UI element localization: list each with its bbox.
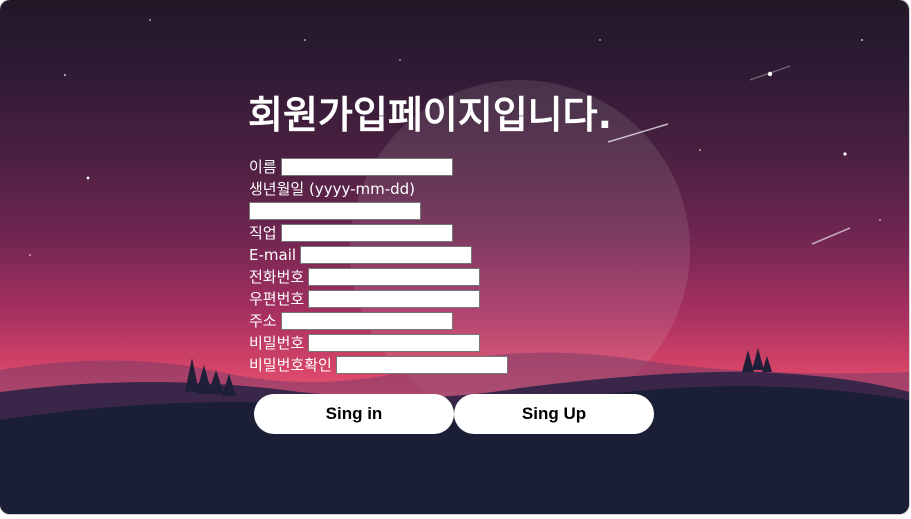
page-title: 회원가입페이지입니다. (248, 93, 613, 137)
shooting-star (749, 65, 791, 81)
password-row: 비밀번호 (249, 332, 508, 354)
sign-up-button[interactable]: Sing Up (454, 394, 654, 434)
birthdate-input[interactable] (249, 202, 421, 220)
page-container: 회원가입페이지입니다. 이름 생년월일 (yyyy-mm-dd) 직업 E-ma… (0, 0, 909, 514)
postcode-input[interactable] (308, 290, 481, 308)
password-confirm-input[interactable] (335, 356, 508, 374)
phone-row: 전화번호 (249, 266, 508, 288)
action-buttons: Sing in Sing Up (254, 394, 654, 434)
birthdate-input-row (249, 200, 508, 222)
email-input[interactable] (300, 246, 473, 264)
password-confirm-label: 비밀번호확인 (249, 356, 332, 374)
password-confirm-row: 비밀번호확인 (249, 354, 508, 376)
job-row: 직업 (249, 222, 508, 244)
email-label: E-mail (249, 246, 297, 264)
name-label: 이름 (249, 158, 277, 176)
job-input[interactable] (280, 224, 453, 242)
address-label: 주소 (249, 312, 277, 330)
password-label: 비밀번호 (249, 334, 305, 352)
postcode-row: 우편번호 (249, 288, 508, 310)
job-label: 직업 (249, 224, 277, 242)
postcode-label: 우편번호 (249, 290, 305, 308)
signup-form: 이름 생년월일 (yyyy-mm-dd) 직업 E-mail 전화번호 우편번호… (249, 156, 508, 376)
shooting-star (811, 227, 851, 245)
password-input[interactable] (308, 334, 481, 352)
sign-in-button[interactable]: Sing in (254, 394, 454, 434)
birthdate-label-row: 생년월일 (yyyy-mm-dd) (249, 178, 508, 200)
phone-label: 전화번호 (249, 268, 305, 286)
name-row: 이름 (249, 156, 508, 178)
address-row: 주소 (249, 310, 508, 332)
birthdate-label: 생년월일 (yyyy-mm-dd) (249, 180, 416, 198)
phone-input[interactable] (308, 268, 481, 286)
name-input[interactable] (280, 158, 453, 176)
address-input[interactable] (280, 312, 453, 330)
email-row: E-mail (249, 244, 508, 266)
